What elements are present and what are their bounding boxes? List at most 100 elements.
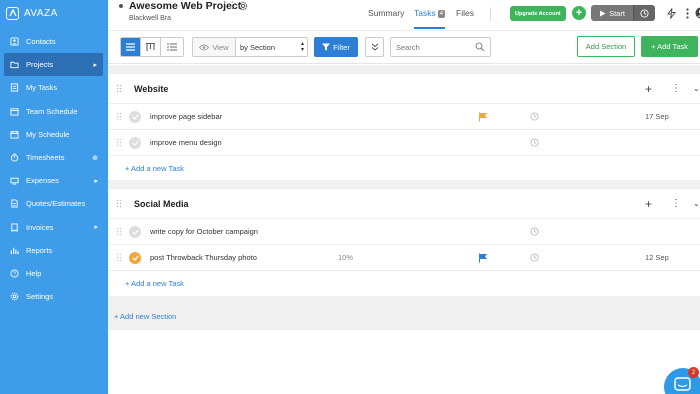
section-title[interactable]: Website <box>134 84 168 94</box>
section-collapse-chevron-icon[interactable]: ⌄ <box>693 199 700 208</box>
help-icon: ? <box>9 268 19 278</box>
section-add-task-icon[interactable]: + <box>645 198 652 210</box>
task-row[interactable]: post Throwback Thursday photo 10% 12 Sep <box>108 245 700 271</box>
project-settings-gear-icon[interactable] <box>238 1 248 11</box>
project-status-dot <box>119 4 123 8</box>
play-icon <box>600 10 606 16</box>
more-vertical-icon[interactable] <box>680 6 694 20</box>
task-complete-checkbox[interactable] <box>129 225 141 238</box>
drag-handle-icon[interactable] <box>116 84 122 93</box>
sidebar-item-invoices[interactable]: Invoices ▸ <box>0 216 108 239</box>
lightning-icon[interactable] <box>664 6 678 20</box>
sidebar-item-my-schedule[interactable]: My Schedule <box>0 123 108 146</box>
add-timesheet-icon[interactable]: ⊕ <box>92 154 98 162</box>
kanban-view-button[interactable] <box>141 38 161 56</box>
sidebar-item-projects[interactable]: Projects ▸ <box>4 53 103 77</box>
start-timer-label: Start <box>609 8 625 18</box>
sidebar-item-label: Projects <box>26 60 54 70</box>
clock-icon[interactable] <box>530 112 539 121</box>
flag-icon[interactable] <box>478 253 488 263</box>
sidebar-item-label: Contacts <box>26 37 56 47</box>
section-more-icon[interactable]: ⋮ <box>671 83 681 94</box>
bullet-list-icon <box>167 43 177 51</box>
task-complete-checkbox[interactable] <box>129 136 141 149</box>
task-name[interactable]: write copy for October campaign <box>150 227 258 236</box>
section-title[interactable]: Social Media <box>134 199 189 209</box>
list-icon <box>126 43 135 51</box>
sidebar-item-contacts[interactable]: Contacts <box>0 30 108 53</box>
filter-button[interactable]: Filter <box>314 37 358 57</box>
quick-add-button[interactable]: + <box>572 6 586 20</box>
tab-files[interactable]: Files <box>456 8 474 18</box>
project-client[interactable]: Blackwell Bra <box>129 15 171 22</box>
tab-summary[interactable]: Summary <box>368 8 404 18</box>
task-name[interactable]: improve page sidebar <box>150 112 222 121</box>
sidebar-item-label: Reports <box>26 245 53 255</box>
reports-icon <box>9 245 19 255</box>
clock-icon[interactable] <box>530 227 539 236</box>
sidebar-item-reports[interactable]: Reports <box>0 239 108 262</box>
view-toggle[interactable]: View <box>193 38 236 56</box>
drag-handle-icon[interactable] <box>116 199 122 208</box>
task-row[interactable]: write copy for October campaign <box>108 219 700 245</box>
task-complete-checkbox[interactable] <box>129 110 141 123</box>
chevron-right-icon[interactable]: ▸ <box>94 223 98 231</box>
task-due-date[interactable]: 17 Sep <box>645 112 669 121</box>
invoices-icon <box>9 222 19 232</box>
check-icon <box>131 114 139 120</box>
group-by-select[interactable]: by Section <box>236 43 307 52</box>
add-section-button[interactable]: Add Section <box>577 36 635 57</box>
add-new-section-link[interactable]: + Add new Section <box>114 312 176 321</box>
brand[interactable]: AVAZA <box>0 0 108 26</box>
filter-icon <box>322 43 331 51</box>
sidebar-item-settings[interactable]: Settings <box>0 285 108 308</box>
drag-handle-icon[interactable] <box>116 227 122 236</box>
task-complete-checkbox[interactable] <box>129 251 141 264</box>
collapse-all-button[interactable] <box>365 37 384 57</box>
sidebar-item-label: Team Schedule <box>26 106 78 116</box>
chevron-right-icon[interactable]: ▸ <box>94 177 98 185</box>
list-view-button[interactable] <box>121 38 141 56</box>
sidebar-item-expenses[interactable]: Expenses ▸ <box>0 169 108 192</box>
task-row[interactable]: improve menu design <box>108 130 700 156</box>
project-title: Awesome Web Project <box>129 0 242 12</box>
expenses-icon <box>9 176 19 186</box>
start-timer-button[interactable]: Start <box>591 5 633 21</box>
search-input[interactable] <box>396 42 476 52</box>
user-avatar-icon[interactable] <box>694 6 700 20</box>
double-chevron-down-icon <box>371 43 378 51</box>
upgrade-account-button[interactable]: Upgrade Account <box>510 6 566 21</box>
sidebar-item-help[interactable]: ? Help <box>0 262 108 285</box>
chevron-right-icon[interactable]: ▸ <box>93 61 97 69</box>
sidebar-item-label: My Tasks <box>26 83 58 93</box>
compact-list-view-button[interactable] <box>161 38 183 56</box>
section-more-icon[interactable]: ⋮ <box>671 198 681 209</box>
sidebar-item-timesheets[interactable]: Timesheets ⊕ <box>0 146 108 169</box>
section-collapse-chevron-icon[interactable]: ⌄ <box>693 84 700 93</box>
sidebar-item-my-tasks[interactable]: My Tasks <box>0 76 108 99</box>
project-more-icon[interactable]: ⋮ <box>228 0 237 11</box>
add-new-task-link[interactable]: + Add a new Task <box>108 156 700 180</box>
tab-tasks[interactable]: Tasks 4 <box>414 8 446 18</box>
add-task-button[interactable]: + Add Task <box>641 36 698 57</box>
task-name[interactable]: post Throwback Thursday photo <box>150 253 257 262</box>
task-due-date[interactable]: 12 Sep <box>645 253 669 262</box>
clock-icon[interactable] <box>530 253 539 262</box>
task-name[interactable]: improve menu design <box>150 138 222 147</box>
drag-handle-icon[interactable] <box>116 112 122 121</box>
sidebar-item-quotes[interactable]: Quotes/Estimates <box>0 192 108 215</box>
tasks-count-badge: 4 <box>437 10 446 18</box>
clock-icon <box>640 8 649 18</box>
clock-icon[interactable] <box>530 138 539 147</box>
task-row[interactable]: improve page sidebar 17 Sep <box>108 104 700 130</box>
team-schedule-icon <box>9 106 19 116</box>
search-icon[interactable] <box>475 42 485 52</box>
section-add-task-icon[interactable]: + <box>645 83 652 95</box>
flag-icon[interactable] <box>478 112 488 122</box>
sidebar-item-team-schedule[interactable]: Team Schedule <box>0 100 108 123</box>
drag-handle-icon[interactable] <box>116 253 122 262</box>
drag-handle-icon[interactable] <box>116 138 122 147</box>
timer-history-button[interactable] <box>633 5 655 21</box>
add-new-task-link[interactable]: + Add a new Task <box>108 271 700 295</box>
empty-area <box>108 330 700 394</box>
